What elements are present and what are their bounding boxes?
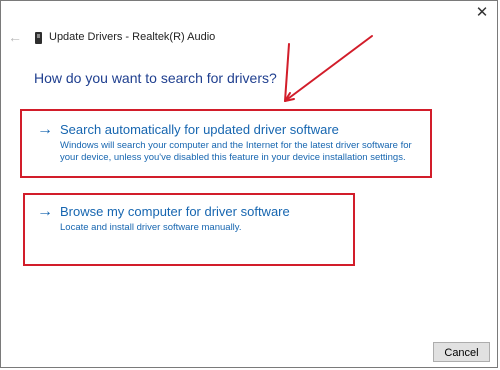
device-icon [35,32,42,44]
annotation-highlight-box [23,193,355,266]
update-drivers-window: ← Update Drivers - Realtek(R) Audio ✕ Ho… [0,0,498,368]
cancel-button[interactable]: Cancel [433,342,490,362]
annotation-highlight-box [20,109,432,178]
page-heading: How do you want to search for drivers? [34,70,277,86]
close-button[interactable]: ✕ [473,4,491,22]
back-arrow-icon[interactable]: ← [7,29,23,45]
window-title: Update Drivers - Realtek(R) Audio [49,31,216,43]
